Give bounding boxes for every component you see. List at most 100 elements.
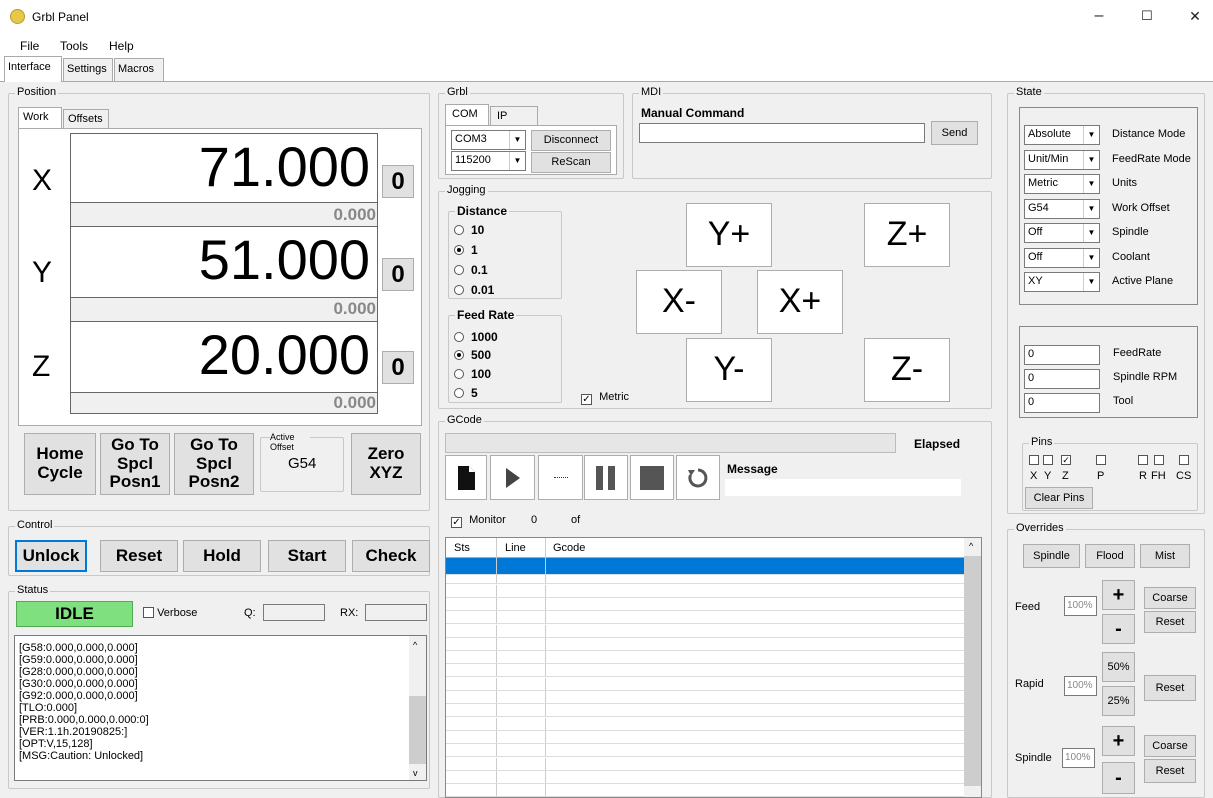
menu-help[interactable]: Help: [109, 39, 134, 53]
feed-coarse-button[interactable]: Coarse: [1144, 587, 1196, 609]
reload-button[interactable]: [676, 455, 720, 500]
flood-toggle-button[interactable]: Flood: [1085, 544, 1135, 568]
gcode-grid-scrollbar[interactable]: ^: [964, 538, 981, 797]
feed-reset-button[interactable]: Reset: [1144, 611, 1196, 633]
stop-button[interactable]: [630, 455, 674, 500]
table-row[interactable]: [446, 691, 964, 704]
table-row[interactable]: [446, 624, 964, 638]
rapid-50-button[interactable]: 50%: [1102, 652, 1135, 682]
pause-button[interactable]: [584, 455, 628, 500]
disconnect-button[interactable]: Disconnect: [531, 130, 611, 151]
feed-100-radio[interactable]: 100: [454, 367, 491, 381]
state-select-5[interactable]: Off ▼: [1024, 247, 1100, 268]
manual-command-input[interactable]: [639, 123, 925, 143]
tab-offsets[interactable]: Offsets: [63, 109, 109, 129]
tab-com[interactable]: COM: [445, 104, 489, 126]
spindle-plus-button[interactable]: +: [1102, 726, 1135, 756]
check-button[interactable]: Check: [352, 540, 430, 572]
col-line[interactable]: Line: [496, 538, 534, 558]
metric-checkbox[interactable]: ✓ Metric: [581, 391, 629, 405]
table-row[interactable]: [446, 704, 964, 718]
gcode-grid[interactable]: Sts Line Gcode ^: [445, 537, 982, 798]
table-row[interactable]: [446, 597, 964, 611]
spindle-toggle-button[interactable]: Spindle: [1023, 544, 1080, 568]
mist-toggle-button[interactable]: Mist: [1140, 544, 1190, 568]
baud-select[interactable]: 115200 ▼: [451, 151, 526, 171]
hold-button[interactable]: Hold: [183, 540, 261, 572]
table-row[interactable]: [446, 784, 964, 797]
state-select-2[interactable]: Metric ▼: [1024, 174, 1100, 194]
tab-settings[interactable]: Settings: [63, 58, 113, 81]
table-row[interactable]: [446, 770, 964, 784]
table-row[interactable]: [446, 664, 964, 678]
open-file-button[interactable]: [445, 455, 487, 500]
table-row[interactable]: [446, 717, 964, 731]
zero-x-button[interactable]: 0: [382, 165, 414, 198]
goto-posn1-button[interactable]: Go To Spcl Posn1: [100, 433, 170, 495]
menu-tools[interactable]: Tools: [60, 39, 88, 53]
zero-y-button[interactable]: 0: [382, 258, 414, 291]
feed-1000-radio[interactable]: 1000: [454, 330, 498, 344]
zero-xyz-button[interactable]: Zero XYZ: [351, 433, 421, 495]
state-select-1[interactable]: Unit/Min ▼: [1024, 149, 1100, 170]
scroll-up-icon[interactable]: ^: [413, 640, 417, 650]
tab-ip[interactable]: IP: [490, 106, 538, 126]
state-select-4[interactable]: Off ▼: [1024, 223, 1100, 243]
table-row[interactable]: [446, 677, 964, 691]
jog-y-minus-button[interactable]: Y-: [686, 338, 772, 402]
spindle-coarse-button[interactable]: Coarse: [1144, 735, 1196, 757]
feed-minus-button[interactable]: -: [1102, 614, 1135, 644]
feed-plus-button[interactable]: +: [1102, 580, 1135, 610]
reset-button[interactable]: Reset: [100, 540, 178, 572]
scroll-down-icon[interactable]: v: [413, 768, 418, 778]
col-sts[interactable]: Sts: [454, 542, 470, 554]
status-log[interactable]: [G58:0.000,0.000,0.000] [G59:0.000,0.000,…: [14, 635, 427, 781]
jog-y-plus-button[interactable]: Y+: [686, 203, 772, 267]
table-row[interactable]: [446, 730, 964, 744]
tab-interface[interactable]: Interface: [4, 56, 62, 82]
gcode-grid-scroll-thumb[interactable]: [964, 556, 981, 786]
status-log-scroll-thumb[interactable]: [409, 696, 426, 764]
distance-1-radio[interactable]: 1: [454, 243, 478, 257]
table-row[interactable]: [446, 571, 964, 585]
table-row[interactable]: [446, 584, 964, 598]
zero-z-button[interactable]: 0: [382, 351, 414, 384]
jog-x-plus-button[interactable]: X+: [757, 270, 843, 334]
rapid-25-button[interactable]: 25%: [1102, 686, 1135, 716]
maximize-button[interactable]: ☐: [1124, 6, 1170, 28]
jog-z-plus-button[interactable]: Z+: [864, 203, 950, 267]
feed-5-radio[interactable]: 5: [454, 386, 478, 400]
spindle-minus-button[interactable]: -: [1102, 762, 1135, 794]
state-select-3[interactable]: G54 ▼: [1024, 198, 1100, 219]
col-gcode[interactable]: Gcode: [545, 538, 592, 558]
tab-work[interactable]: Work: [18, 107, 62, 129]
state-select-0[interactable]: Absolute ▼: [1024, 125, 1100, 145]
close-button[interactable]: ✕: [1172, 6, 1213, 28]
feed-500-radio[interactable]: 500: [454, 348, 491, 362]
state-select-6[interactable]: XY ▼: [1024, 272, 1100, 292]
table-row[interactable]: [446, 637, 964, 651]
clear-pins-button[interactable]: Clear Pins: [1025, 487, 1093, 509]
verbose-checkbox[interactable]: Verbose: [143, 607, 197, 619]
home-cycle-button[interactable]: Home Cycle: [24, 433, 96, 495]
run-button[interactable]: [490, 455, 535, 500]
monitor-checkbox[interactable]: ✓ Monitor: [451, 514, 506, 528]
rescan-button[interactable]: ReScan: [531, 152, 611, 173]
table-row[interactable]: [446, 611, 964, 625]
distance-10-radio[interactable]: 10: [454, 223, 484, 237]
rapid-reset-button[interactable]: Reset: [1144, 675, 1196, 701]
distance-0.1-radio[interactable]: 0.1: [454, 263, 488, 277]
table-row[interactable]: [446, 744, 964, 758]
tab-macros[interactable]: Macros: [114, 58, 164, 81]
unlock-button[interactable]: Unlock: [15, 540, 87, 572]
table-row[interactable]: [446, 757, 964, 771]
scroll-up-icon[interactable]: ^: [969, 541, 973, 551]
jog-x-minus-button[interactable]: X-: [636, 270, 722, 334]
table-row[interactable]: [446, 651, 964, 665]
minimize-button[interactable]: –: [1076, 6, 1122, 28]
spindle-reset-button[interactable]: Reset: [1144, 759, 1196, 783]
start-button[interactable]: Start: [268, 540, 346, 572]
send-button[interactable]: Send: [931, 121, 978, 145]
menu-file[interactable]: File: [20, 39, 39, 53]
com-port-select[interactable]: COM3 ▼: [451, 130, 526, 150]
